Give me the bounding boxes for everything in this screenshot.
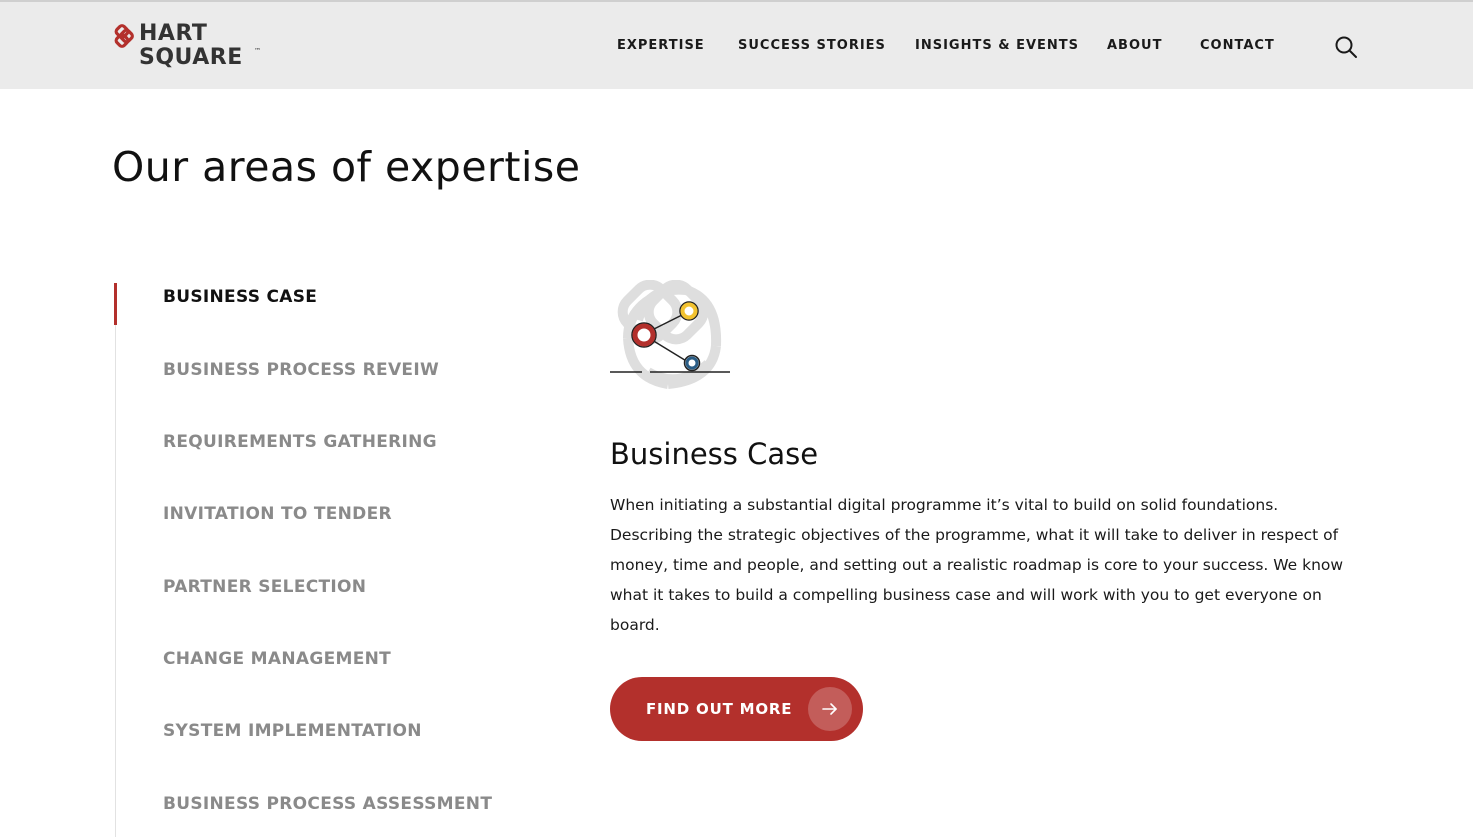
find-out-more-label: FIND OUT MORE	[646, 700, 793, 718]
sidebar-item-invitation-to-tender[interactable]: INVITATION TO TENDER	[163, 504, 392, 524]
sidebar-item-business-process-assessment[interactable]: BUSINESS PROCESS ASSESSMENT	[163, 794, 492, 814]
nav-item-insights-events[interactable]: INSIGHTS & EVENTS	[915, 38, 1079, 53]
nav-item-expertise[interactable]: EXPERTISE	[617, 38, 705, 53]
arrow-right-icon	[822, 703, 837, 715]
sidebar-item-requirements-gathering[interactable]: REQUIREMENTS GATHERING	[163, 432, 437, 452]
sidebar-item-system-implementation[interactable]: SYSTEM IMPLEMENTATION	[163, 721, 422, 741]
sidebar-item-business-process-review[interactable]: BUSINESS PROCESS REVEIW	[163, 360, 439, 380]
sidebar-item-business-case[interactable]: BUSINESS CASE	[163, 287, 317, 307]
page-title: Our areas of expertise	[112, 143, 581, 191]
sidebar-active-indicator	[114, 283, 117, 325]
main-nav: EXPERTISE SUCCESS STORIES INSIGHTS & EVE…	[0, 2, 1473, 89]
sidebar-item-partner-selection[interactable]: PARTNER SELECTION	[163, 577, 366, 597]
detail-heading: Business Case	[610, 437, 819, 471]
site-header: HART SQUARE ™ EXPERTISE SUCCESS STORIES …	[0, 2, 1473, 89]
detail-description: When initiating a substantial digital pr…	[610, 496, 1344, 634]
nav-item-about[interactable]: ABOUT	[1107, 38, 1162, 53]
arrow-circle	[808, 687, 852, 731]
find-out-more-button[interactable]: FIND OUT MORE	[610, 677, 863, 741]
sidebar-rail	[115, 283, 116, 837]
sidebar-item-change-management[interactable]: CHANGE MANAGEMENT	[163, 649, 391, 669]
business-case-network-icon	[610, 280, 730, 389]
nav-item-contact[interactable]: CONTACT	[1200, 38, 1275, 53]
nav-item-success-stories[interactable]: SUCCESS STORIES	[738, 38, 886, 53]
search-icon[interactable]	[1334, 35, 1358, 59]
